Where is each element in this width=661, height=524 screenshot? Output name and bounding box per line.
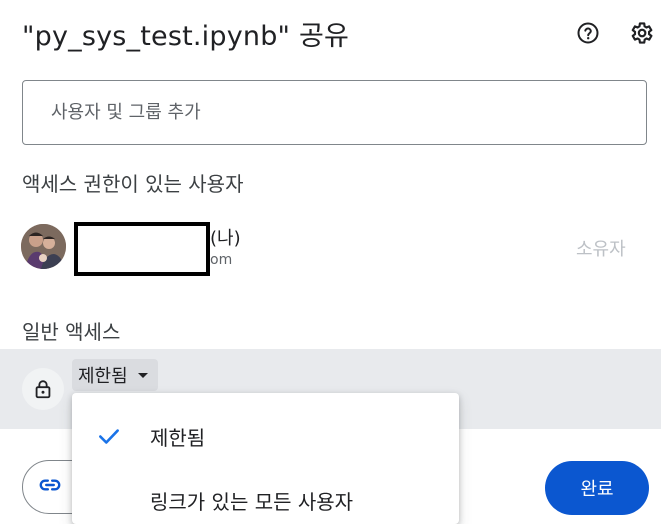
user-email: om (210, 252, 233, 268)
general-access-selected: 제한됨 (78, 366, 128, 387)
general-access-heading: 일반 액세스 (22, 320, 121, 344)
user-avatar (21, 224, 66, 269)
check-icon (96, 423, 122, 449)
menu-option-anyone-with-link[interactable]: 링크가 있는 모든 사용자 (72, 469, 459, 524)
dialog-title: "py_sys_test.ipynb" 공유 (22, 21, 350, 52)
help-icon[interactable] (573, 18, 603, 48)
menu-option-restricted[interactable]: 제한됨 (72, 405, 459, 467)
add-people-field[interactable] (22, 80, 647, 145)
user-name: (나) (210, 228, 241, 249)
settings-gear-icon[interactable] (626, 18, 656, 48)
people-with-access-heading: 액세스 권한이 있는 사용자 (22, 172, 244, 196)
dropdown-arrow-icon (136, 366, 150, 385)
menu-option-label: 링크가 있는 모든 사용자 (150, 489, 354, 514)
lock-icon (22, 368, 64, 410)
share-dialog: "py_sys_test.ipynb" 공유 액세스 권한이 있는 사용자 (0, 0, 661, 524)
done-button[interactable]: 완료 (545, 461, 649, 515)
general-access-dropdown[interactable]: 제한됨 (72, 359, 158, 391)
link-icon (37, 472, 63, 502)
general-access-menu: 제한됨 링크가 있는 모든 사용자 (72, 393, 459, 524)
user-role-owner: 소유자 (576, 239, 626, 260)
redacted-user-info (74, 222, 210, 276)
menu-option-label: 제한됨 (150, 425, 206, 450)
add-people-input[interactable] (23, 81, 646, 144)
